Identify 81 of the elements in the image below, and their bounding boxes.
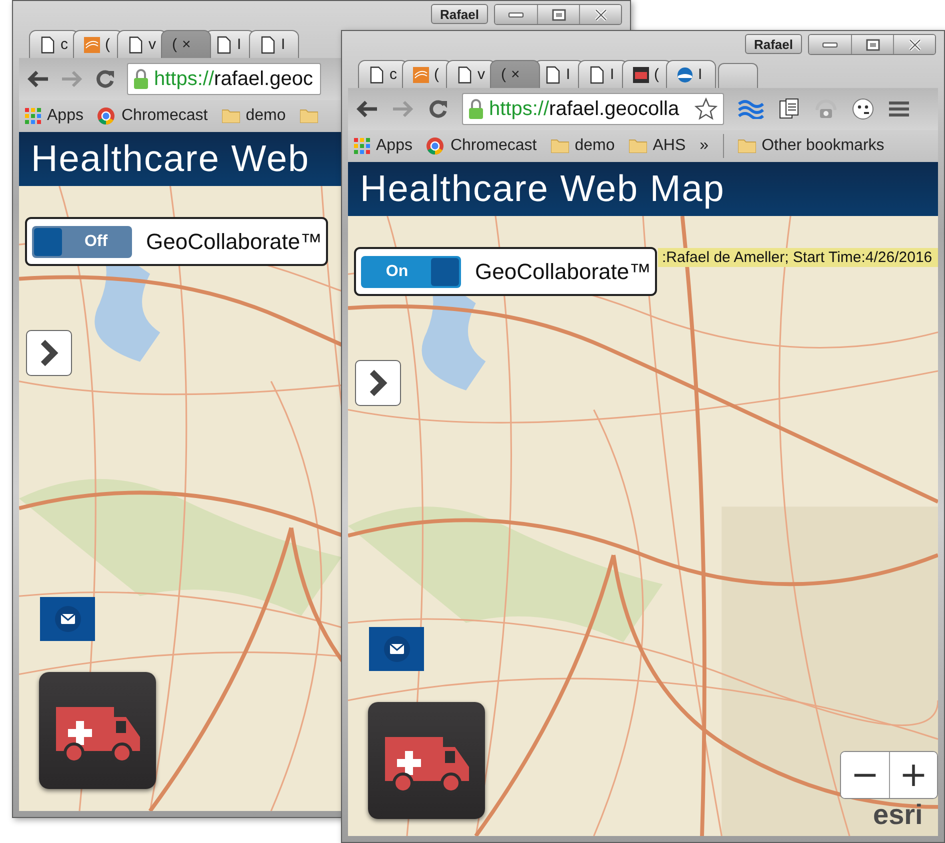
lock-icon bbox=[468, 98, 484, 120]
lock-icon bbox=[133, 68, 149, 90]
browser-tab[interactable]: ( × bbox=[490, 60, 540, 88]
reload-icon[interactable] bbox=[428, 99, 448, 119]
app-title: Healthcare Web bbox=[31, 138, 310, 180]
page-icon bbox=[589, 66, 605, 84]
page-icon bbox=[457, 66, 472, 84]
clipboard-icon[interactable] bbox=[778, 98, 800, 120]
page-icon bbox=[369, 66, 384, 84]
profile-button[interactable]: Rafael bbox=[430, 4, 488, 24]
apps-grid-icon bbox=[354, 138, 370, 154]
bookmark-folder[interactable]: demo bbox=[550, 137, 615, 155]
mail-icon bbox=[382, 635, 410, 663]
bookmark-link[interactable]: Chromecast bbox=[426, 137, 537, 155]
apps-bookmark[interactable]: Apps bbox=[25, 107, 84, 125]
esri-logo: esri bbox=[873, 799, 923, 831]
maximize-icon bbox=[552, 8, 566, 20]
chevron-right-icon bbox=[368, 369, 388, 397]
zoom-in-button[interactable]: + bbox=[889, 752, 937, 798]
minimize-icon bbox=[508, 10, 524, 18]
page-icon bbox=[216, 36, 232, 54]
bookmark-folder[interactable]: AHS bbox=[628, 137, 686, 155]
favicon-icon bbox=[633, 66, 649, 84]
browser-tab[interactable]: I bbox=[249, 30, 299, 58]
folder-icon bbox=[738, 139, 756, 153]
mail-button[interactable] bbox=[369, 627, 424, 671]
page-icon bbox=[128, 36, 144, 54]
toggle-switch[interactable]: On bbox=[361, 256, 461, 288]
close-icon bbox=[908, 38, 922, 50]
maximize-button[interactable] bbox=[537, 5, 579, 24]
expand-panel-button[interactable] bbox=[26, 330, 72, 376]
close-button[interactable] bbox=[893, 35, 935, 54]
bookmark-link[interactable]: Chromecast bbox=[97, 107, 208, 125]
close-icon bbox=[594, 8, 608, 20]
expand-panel-button[interactable] bbox=[355, 360, 401, 406]
apps-grid-icon bbox=[25, 108, 41, 124]
session-banner: :Rafael de Ameller; Start Time:4/26/2016 bbox=[658, 248, 938, 267]
favicon-icon bbox=[413, 66, 429, 84]
browser-tab[interactable]: I bbox=[666, 60, 716, 88]
face-icon[interactable] bbox=[852, 98, 874, 120]
ambulance-button[interactable] bbox=[368, 702, 485, 819]
ambulance-button[interactable] bbox=[39, 672, 156, 789]
back-icon[interactable] bbox=[356, 100, 378, 118]
menu-icon[interactable] bbox=[888, 100, 910, 118]
apps-bookmark[interactable]: Apps bbox=[354, 137, 412, 155]
folder-icon bbox=[300, 109, 318, 123]
profile-button[interactable]: Rafael bbox=[744, 34, 802, 54]
reload-icon[interactable] bbox=[95, 69, 115, 89]
favicon-icon bbox=[84, 36, 100, 54]
mail-icon bbox=[54, 605, 82, 633]
minimize-icon bbox=[822, 40, 838, 48]
page-icon bbox=[40, 36, 56, 54]
bookmark-folder[interactable]: demo bbox=[222, 107, 286, 125]
app-title: Healthcare Web Map bbox=[360, 168, 725, 210]
chrome-icon bbox=[426, 137, 444, 155]
maximize-button[interactable] bbox=[851, 35, 893, 54]
close-button[interactable] bbox=[579, 5, 621, 24]
toggle-switch[interactable]: Off bbox=[32, 226, 132, 258]
address-bar[interactable]: https://rafael.geocolla bbox=[462, 93, 724, 125]
folder-icon bbox=[550, 139, 569, 153]
favicon-icon bbox=[677, 66, 693, 84]
star-icon[interactable] bbox=[694, 97, 718, 121]
bookmark-folder[interactable]: Other bookmarks bbox=[738, 137, 884, 155]
new-tab-button[interactable] bbox=[718, 63, 758, 88]
folder-icon bbox=[628, 139, 647, 153]
chrome-icon bbox=[97, 107, 116, 125]
page-icon bbox=[260, 36, 276, 54]
more-bookmarks-button[interactable]: » bbox=[700, 137, 709, 155]
minimize-button[interactable] bbox=[495, 5, 537, 24]
address-bar[interactable]: https://rafael.geoc bbox=[127, 63, 321, 95]
maximize-icon bbox=[866, 38, 880, 50]
brand-label: GeoCollaborate™ bbox=[146, 228, 322, 254]
back-icon[interactable] bbox=[27, 70, 49, 88]
brand-label: GeoCollaborate™ bbox=[475, 258, 652, 284]
minimize-button[interactable] bbox=[809, 35, 851, 54]
mail-button[interactable] bbox=[40, 597, 95, 641]
browser-tab[interactable]: ( × bbox=[161, 30, 211, 58]
page-icon bbox=[545, 66, 561, 84]
waves-icon[interactable] bbox=[738, 99, 764, 119]
folder-icon bbox=[222, 109, 240, 123]
chevron-right-icon bbox=[39, 339, 59, 367]
